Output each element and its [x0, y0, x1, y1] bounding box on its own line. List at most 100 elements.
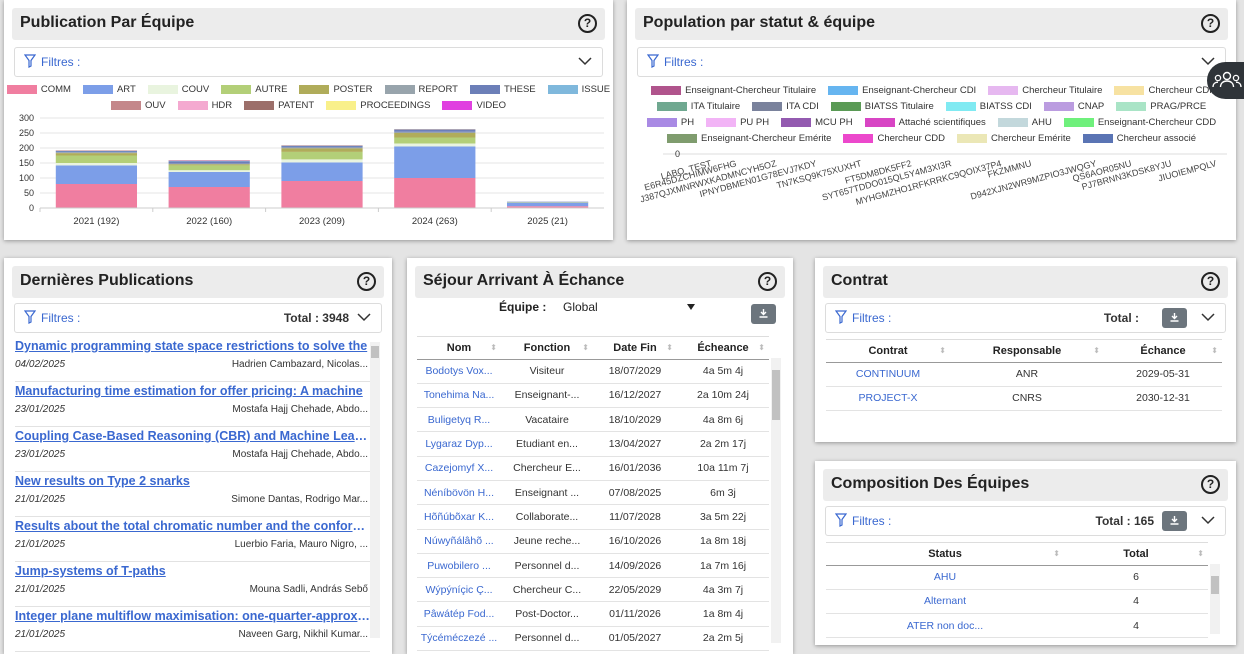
filter-bar[interactable]: Filtres : [637, 47, 1226, 77]
help-icon[interactable]: ? [1201, 14, 1220, 33]
bar-segment[interactable] [168, 172, 250, 187]
column-header[interactable]: Date Fin ⬍ [593, 337, 677, 360]
bar-segment[interactable] [168, 170, 250, 172]
legend-item[interactable]: Enseignant-Chercheur CDI [828, 85, 976, 96]
column-header[interactable]: Contrat ⬍ [826, 340, 950, 363]
bar-segment[interactable] [506, 202, 589, 207]
bar-segment[interactable] [394, 129, 476, 130]
bar-segment[interactable] [168, 163, 250, 165]
publication-title-link[interactable]: Coupling Case-Based Reasoning (CBR) and … [15, 429, 370, 443]
legend-item[interactable]: PROCEEDINGS [326, 100, 430, 111]
legend-item[interactable]: ITA CDI [752, 101, 819, 112]
column-header[interactable]: Total ⬍ [1064, 543, 1208, 566]
table-row[interactable]: Bodotys Vox... Visiteur 18/07/2029 4a 5m 4j [417, 359, 769, 384]
chevron-down-icon[interactable] [1201, 312, 1215, 322]
table-cell[interactable]: AHU [826, 565, 1064, 590]
scrollbar[interactable] [771, 358, 781, 643]
chevron-down-icon[interactable] [1201, 515, 1215, 525]
download-button[interactable] [751, 304, 776, 324]
table-row[interactable]: Puwobilero ... Personnel d... 14/09/2026 1a… [417, 553, 769, 579]
table-row[interactable]: CONTINUUM ANR 2029-05-31 [826, 362, 1222, 387]
legend-item[interactable]: COUV [147, 84, 209, 95]
equipe-select[interactable]: Global [561, 297, 701, 315]
table-cell[interactable]: Bodotys Vox... [417, 359, 501, 384]
table-cell[interactable]: Alternant [826, 589, 1064, 615]
filter-bar[interactable]: Filtres : [14, 47, 603, 77]
table-row[interactable]: AHU 6 [826, 565, 1208, 590]
legend-item[interactable]: Chercheur CDD [843, 133, 945, 144]
table-cell[interactable]: PROJECT-X [826, 386, 950, 412]
table-row[interactable]: Wýpýníçic Ç... Chercheur C... 22/05/2029 4a… [417, 577, 769, 603]
legend-item[interactable]: Enseignant-Chercheur Emérite [667, 133, 831, 144]
legend-item[interactable]: THESE [469, 84, 536, 95]
legend-item[interactable]: BIATSS CDI [945, 101, 1032, 112]
table-cell[interactable]: Cazejomyf X... [417, 456, 501, 481]
legend-item[interactable]: ISSUE [547, 84, 610, 95]
legend-item[interactable]: Attaché scientifiques [864, 117, 986, 128]
column-header[interactable]: Écheance ⬍ [677, 337, 769, 360]
legend-item[interactable]: OUV [110, 100, 166, 111]
bar-segment[interactable] [55, 165, 138, 184]
table-row[interactable]: Núwyñálâhõ ... Jeune reche... 16/10/2026 1a… [417, 529, 769, 554]
table-row[interactable]: Pâwátép Fod... Post-Doctor... 01/11/2026 1a… [417, 601, 769, 627]
table-row[interactable]: Néníbövön H... Enseignant ... 07/08/2025 6m… [417, 480, 769, 506]
legend-item[interactable]: POSTER [299, 84, 373, 95]
bar-segment[interactable] [168, 187, 250, 208]
table-cell[interactable]: Wýpýníçic Ç... [417, 577, 501, 603]
bar-segment[interactable] [394, 133, 476, 138]
filter-bar[interactable]: Filtres : Total : 165 [825, 506, 1226, 536]
column-header[interactable]: Responsable ⬍ [950, 340, 1104, 363]
filter-bar[interactable]: Filtres : Total : [825, 303, 1226, 333]
table-row[interactable]: PROJECT-X CNRS 2030-12-31 [826, 386, 1222, 412]
bar-segment[interactable] [281, 159, 363, 163]
bar-segment[interactable] [281, 145, 363, 148]
bar-segment[interactable] [281, 162, 363, 181]
chevron-down-icon[interactable] [1201, 56, 1215, 66]
publication-title-link[interactable]: Manufacturing time estimation for offer … [15, 384, 370, 398]
filter-bar[interactable]: Filtres : Total : 3948 [14, 303, 382, 333]
legend-item[interactable]: PRAG/PRCE [1116, 101, 1206, 112]
bar-segment[interactable] [506, 201, 589, 203]
publication-title-link[interactable]: Integer plane multiflow maximisation: on… [15, 609, 370, 623]
legend-item[interactable]: Chercheur CDI [1114, 85, 1212, 96]
column-header[interactable]: Échance ⬍ [1104, 340, 1222, 363]
table-row[interactable]: ATER non doc... 4 [826, 613, 1208, 639]
column-header[interactable]: Fonction ⬍ [501, 337, 593, 360]
table-cell[interactable]: CONTINUUM [826, 362, 950, 387]
legend-item[interactable]: CNAP [1043, 101, 1104, 112]
legend-item[interactable]: ART [82, 84, 136, 95]
table-row[interactable]: Cazejomyf X... Chercheur E... 16/01/2036 10… [417, 456, 769, 481]
bar-segment[interactable] [394, 146, 476, 179]
table-row[interactable]: Tonehima Na... Enseignant-... 16/12/2027 2a… [417, 383, 769, 409]
legend-item[interactable]: Chercheur Emérite [957, 133, 1071, 144]
chevron-down-icon[interactable] [578, 56, 592, 66]
bar-segment[interactable] [281, 148, 363, 152]
help-icon[interactable]: ? [1201, 475, 1220, 494]
legend-item[interactable]: PATENT [244, 100, 314, 111]
legend-item[interactable]: Enseignant-Chercheur Titulaire [651, 85, 816, 96]
scrollbar[interactable] [370, 342, 380, 638]
legend-item[interactable]: MCU PH [781, 117, 853, 128]
bar-segment[interactable] [281, 151, 363, 160]
bar-segment[interactable] [394, 131, 476, 133]
bar-segment[interactable] [281, 147, 363, 149]
legend-item[interactable]: COMM [6, 84, 71, 95]
table-row[interactable]: Alternant 4 [826, 589, 1208, 615]
table-row[interactable]: Hõñúbõxar K... Collaborate... 11/07/2028 3a… [417, 504, 769, 530]
team-members-button[interactable] [1207, 62, 1244, 99]
legend-item[interactable]: AUTRE [221, 84, 287, 95]
scrollbar[interactable] [1210, 564, 1220, 634]
publication-title-link[interactable]: New results on Type 2 snarks [15, 474, 370, 488]
bar-segment[interactable] [281, 145, 363, 146]
table-cell[interactable]: Núwyñálâhõ ... [417, 529, 501, 554]
publication-title-link[interactable]: Results about the total chromatic number… [15, 519, 370, 533]
bar-segment[interactable] [55, 152, 138, 154]
bar-segment[interactable] [55, 153, 138, 156]
table-row[interactable]: Buligetyq R... Vacataire 18/10/2029 4a 8m 6… [417, 407, 769, 433]
bar-segment[interactable] [168, 160, 250, 161]
legend-item[interactable]: VIDEO [442, 100, 506, 111]
bar-segment[interactable] [394, 143, 476, 147]
legend-item[interactable]: Chercheur associé [1082, 133, 1196, 144]
publication-title-link[interactable]: Jump-systems of T-paths [15, 564, 370, 578]
chevron-down-icon[interactable] [357, 312, 371, 322]
